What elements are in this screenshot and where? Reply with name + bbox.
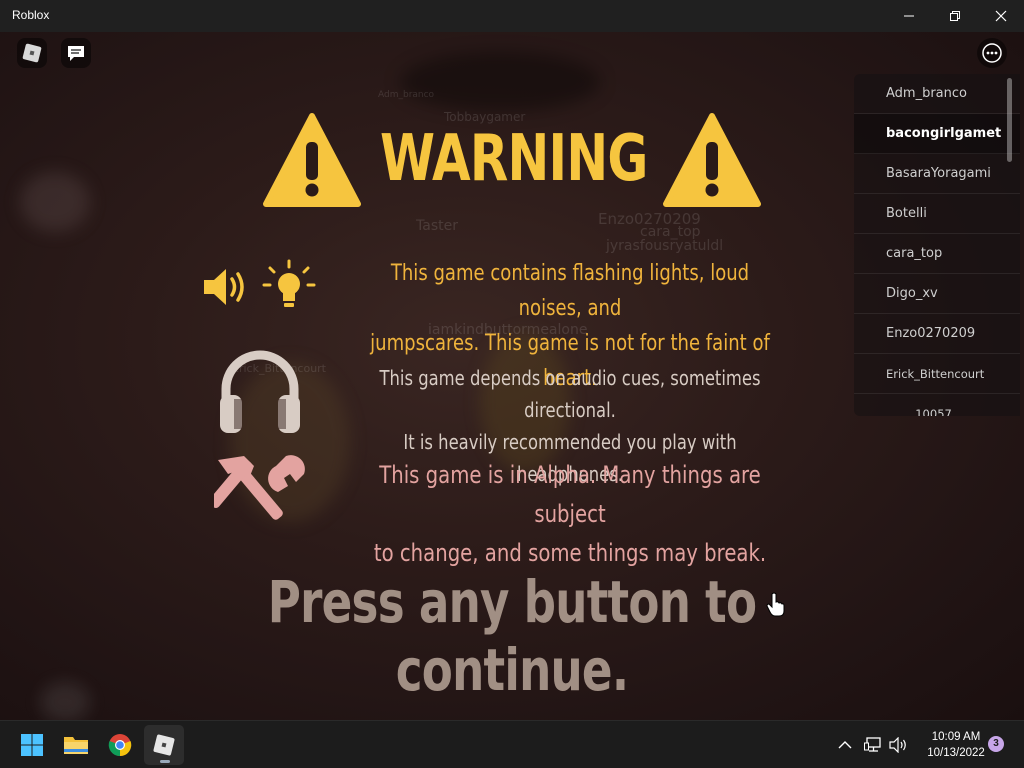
background-object [400,52,600,112]
hammer-wrench-icon [214,455,305,520]
roblox-logo-icon [22,43,42,63]
background-nametag: jyrasfousryatuldl [606,238,724,254]
roblox-logo-icon [153,734,175,756]
warning-message-line: This game is in Alpha. Many things are s… [379,461,761,528]
windows-start-icon [21,734,43,756]
close-icon [995,10,1007,22]
more-options-button[interactable] [977,38,1007,68]
background-nametag: Adm_branco [378,90,435,100]
taskbar-chrome[interactable] [100,725,140,765]
network-button[interactable] [864,721,886,768]
game-viewport[interactable]: Adm_branco Enzo0270209 cara_top jyrasfou… [0,32,1024,720]
active-app-indicator [160,760,170,763]
clock-time: 10:09 AM [931,731,981,743]
more-options-icon [982,43,1002,63]
player-list-item[interactable]: Botelli [854,194,1020,234]
chat-button[interactable] [61,38,91,68]
network-icon [864,737,881,752]
warning-message-line: This game contains flashing lights, loud… [390,261,750,321]
taskbar-clock[interactable]: 10:09 AM 10/13/2022 [916,729,996,761]
volume-button[interactable] [888,721,910,768]
player-list-item[interactable]: BasaraYoragami [854,154,1020,194]
minimize-icon [904,15,914,17]
taskbar-file-explorer[interactable] [56,725,96,765]
hand-cursor-icon [766,592,785,617]
player-list-item[interactable]: Adm_branco [854,74,1020,114]
player-list-item[interactable]: Enzo0270209 [854,314,1020,354]
chrome-icon [108,734,132,757]
restore-button[interactable] [932,0,978,32]
warning-message-alpha: This game is in Alpha. Many things are s… [362,456,779,573]
lightbulb-icon [262,259,316,307]
player-list-item[interactable]: ........10057 [854,394,1020,416]
notification-badge[interactable]: 3 [988,736,1004,752]
chevron-up-icon [838,741,852,749]
taskbar: 10:09 AM 10/13/2022 [0,720,1024,768]
continue-prompt[interactable]: Press any button to continue. [222,568,802,704]
player-list-scrollbar[interactable] [1007,78,1012,162]
warning-triangle-icon [663,113,761,207]
window-title: Roblox [12,8,50,22]
folder-icon [64,737,88,754]
warning-triangle-icon [263,113,361,207]
restore-icon [950,11,960,21]
player-list[interactable]: Adm_branco bacongirlgamet BasaraYoragami… [854,74,1020,416]
minimize-button[interactable] [886,0,932,32]
player-list-item-local[interactable]: bacongirlgamet [854,114,1020,154]
taskbar-roblox[interactable] [144,725,184,765]
background-object [20,172,90,232]
headphones-icon [220,350,300,433]
chat-icon [68,46,84,61]
player-list-item[interactable]: Erick_Bittencourt [854,354,1020,394]
volume-icon [889,737,906,753]
close-button[interactable] [978,0,1024,32]
start-button[interactable] [12,725,52,765]
roblox-menu-button[interactable] [17,38,47,68]
player-list-item[interactable]: Digo_xv [854,274,1020,314]
window-titlebar: Roblox [0,0,1024,32]
warning-message-line: This game depends on audio cues, sometim… [379,366,761,422]
background-object [40,682,90,720]
background-nametag: Taster [416,218,458,234]
clock-date: 10/13/2022 [927,747,985,759]
speaker-icon [204,269,244,305]
show-hidden-icons-button[interactable] [838,721,856,768]
player-list-item[interactable]: cara_top [854,234,1020,274]
warning-heading: WARNING [380,122,648,196]
